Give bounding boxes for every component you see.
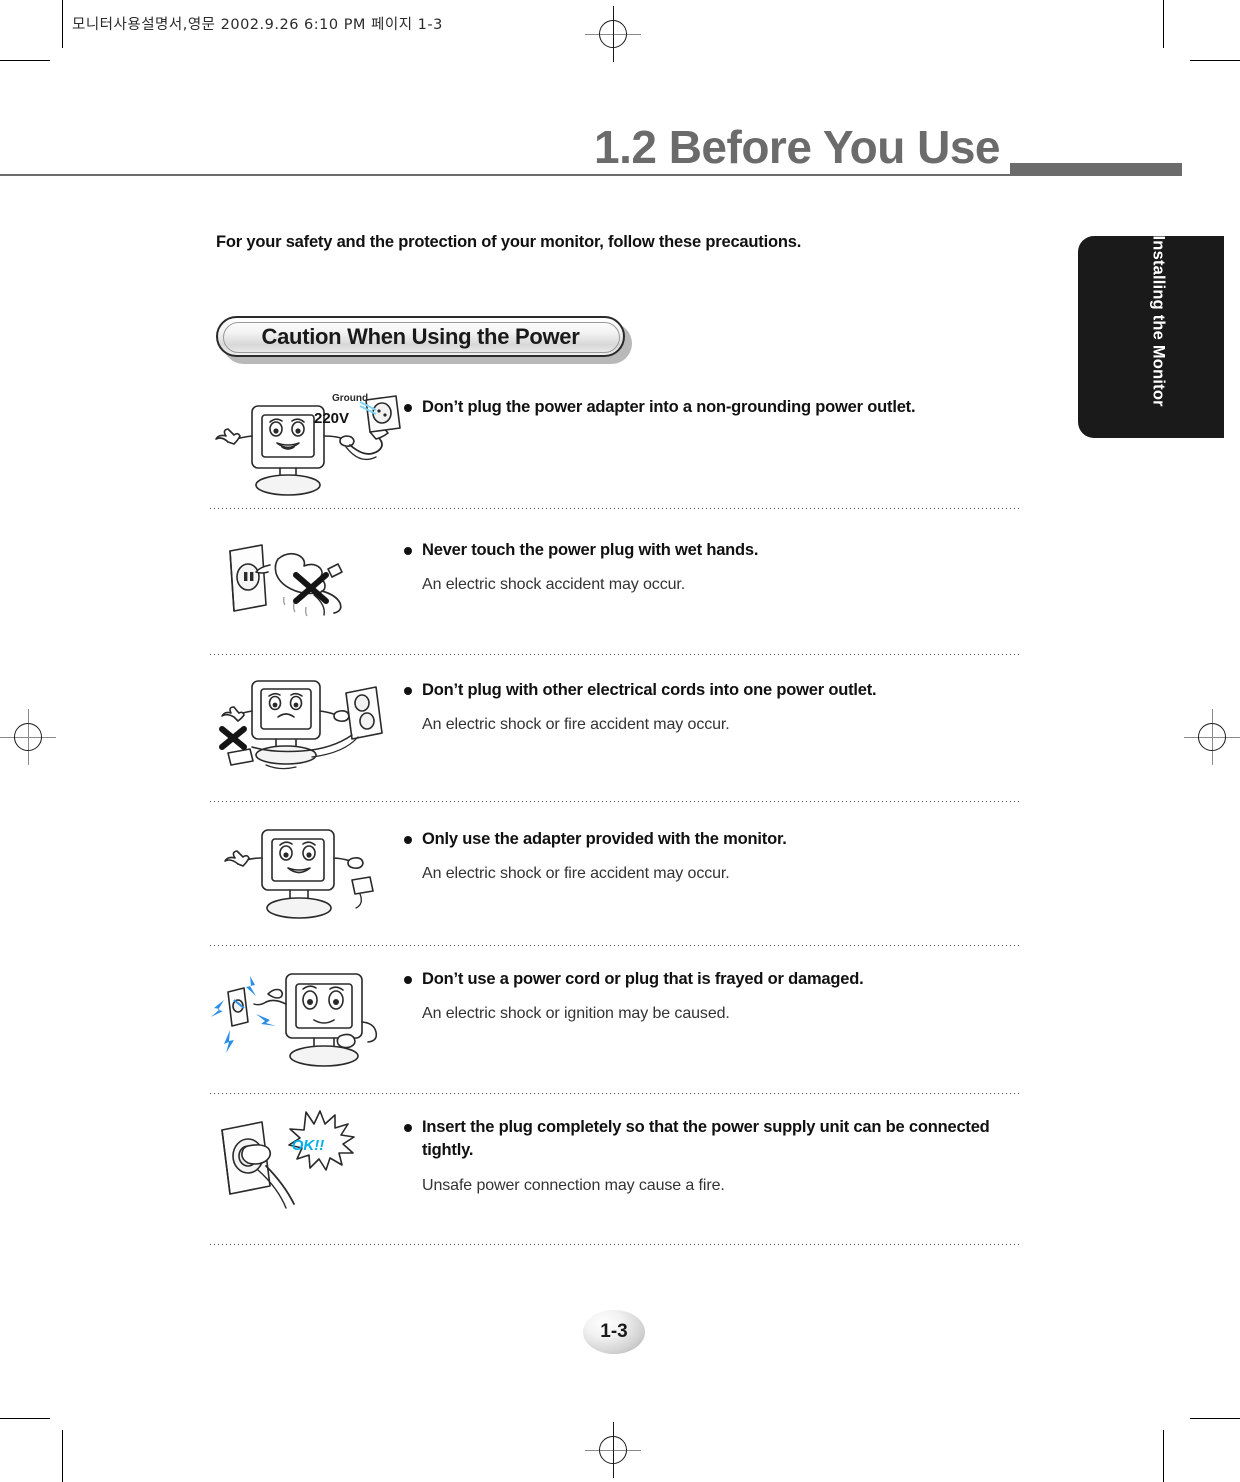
crop-mark-bottom-right-v — [1163, 1430, 1164, 1482]
list-item-subtext: An electric shock accident may occur. — [422, 576, 686, 594]
registration-mark-left — [0, 709, 56, 765]
plug-inserted-ok-illustration: OK!! — [210, 1108, 402, 1226]
crop-mark-bottom-right-h — [1190, 1418, 1240, 1419]
list-item-subtext: An electric shock or fire accident may o… — [422, 865, 730, 883]
page-number-label: 1-3 — [600, 1321, 628, 1342]
crop-mark-bottom-left-h — [0, 1418, 50, 1419]
list-item-heading: Don’t plug the power adapter into a non-… — [402, 396, 1022, 419]
page-title: 1.2 Before You Use — [593, 121, 1001, 173]
list-item: Ground 220V Don’t plug the power adapter… — [210, 388, 1022, 508]
list-item-subtext: Unsafe power connection may cause a fire… — [422, 1176, 725, 1194]
crop-mark-bottom-left-v — [62, 1430, 63, 1482]
page-number-badge: 1-3 — [583, 1310, 645, 1354]
list-item: Don’t plug with other electrical cords i… — [210, 655, 1022, 801]
crop-mark-top-left-v — [62, 0, 63, 48]
list-item-subtext: An electric shock or ignition may be cau… — [422, 1005, 730, 1023]
title-accent-bar — [1010, 163, 1182, 176]
svg-text:OK!!: OK!! — [292, 1137, 325, 1154]
section-banner-label: Caution When Using the Power — [261, 323, 580, 349]
crop-mark-top-right-h — [1190, 60, 1240, 61]
section-banner: Caution When Using the Power — [216, 316, 636, 364]
wet-hand-plug-illustration — [210, 531, 402, 636]
list-item-heading: Only use the adapter provided with the m… — [402, 828, 1022, 851]
multiple-cords-one-outlet-illustration — [210, 671, 402, 786]
monitor-adapter-illustration — [210, 820, 402, 930]
chapter-side-tab-label: Installing the Monitor — [1149, 235, 1168, 407]
monitor-plug-ground-illustration: Ground 220V — [210, 388, 402, 506]
crop-mark-top-left-h — [0, 60, 50, 61]
registration-mark-bottom — [585, 1422, 641, 1478]
registration-mark-top — [585, 6, 641, 62]
item-separator — [210, 1244, 1022, 1245]
svg-text:Ground: Ground — [332, 393, 368, 404]
section-banner-pill: Caution When Using the Power — [216, 316, 625, 357]
list-item: Don’t use a power cord or plug that is f… — [210, 946, 1022, 1093]
list-item-heading: Insert the plug completely so that the p… — [402, 1116, 1022, 1163]
frayed-cord-illustration — [210, 960, 402, 1078]
list-item-heading: Never touch the power plug with wet hand… — [402, 539, 1022, 562]
list-item-subtext: An electric shock or fire accident may o… — [422, 716, 730, 734]
list-item-heading: Don’t plug with other electrical cords i… — [402, 679, 1022, 702]
crop-mark-top-right-v — [1163, 0, 1164, 48]
title-rule — [0, 174, 1010, 176]
intro-text: For your safety and the protection of yo… — [216, 233, 802, 251]
list-item: Only use the adapter provided with the m… — [210, 802, 1022, 945]
list-item-heading: Don’t use a power cord or plug that is f… — [402, 968, 1022, 991]
precautions-list: Ground 220V Don’t plug the power adapter… — [210, 388, 1022, 1245]
print-job-header: 모니터사용설명서,영문 2002.9.26 6:10 PM 페이지 1-3 — [72, 17, 443, 33]
list-item: Never touch the power plug with wet hand… — [210, 509, 1022, 654]
svg-text:220V: 220V — [314, 410, 349, 427]
list-item: OK!! Insert the plug completely so that … — [210, 1094, 1022, 1244]
chapter-side-tab: Installing the Monitor — [1078, 236, 1224, 438]
registration-mark-right — [1184, 709, 1240, 765]
